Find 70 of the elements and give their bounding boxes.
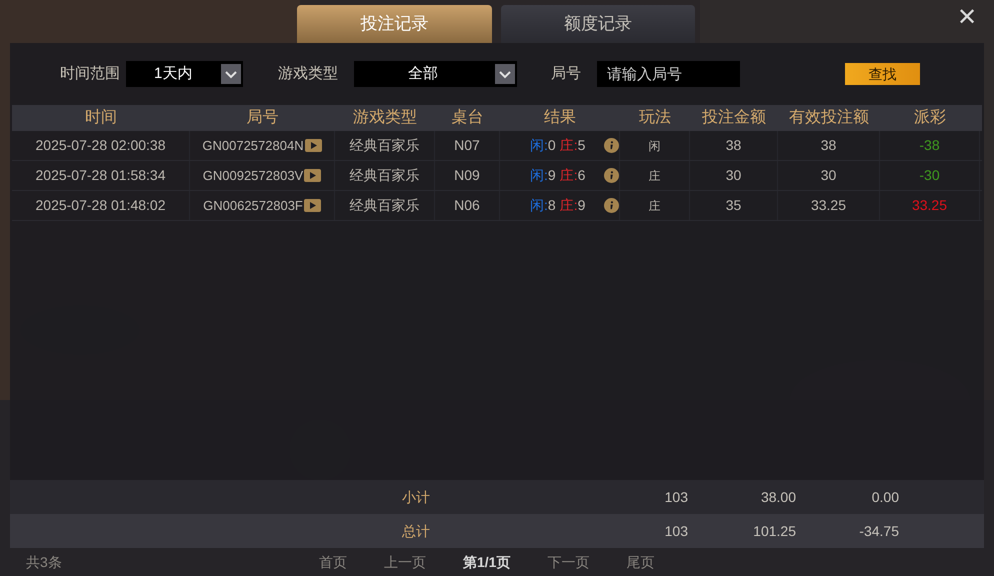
column-header: 桌台 — [450, 108, 484, 128]
table-cell-text: N06 — [454, 196, 480, 215]
table-cell-text: 经典百家乐 — [350, 136, 420, 155]
summary-value: 101.25 — [752, 522, 796, 540]
play-video-icon[interactable] — [304, 169, 322, 182]
table-cell-text: 38 — [820, 136, 836, 155]
round-input-field[interactable]: 请输入局号 — [597, 61, 740, 87]
table-cell-text: 2025-07-28 02:00:38 — [36, 136, 166, 155]
tab[interactable]: 额度记录 — [501, 5, 695, 43]
summary-value: 103 — [664, 488, 689, 506]
field-label: 局号 — [551, 64, 581, 84]
play-video-icon[interactable] — [304, 199, 321, 212]
dropdown-caret-icon[interactable] — [495, 64, 515, 84]
dropdown-caret-icon[interactable] — [221, 64, 241, 84]
summary-label: 总计 — [402, 522, 431, 540]
table-cell-text: 30 — [726, 166, 742, 185]
info-icon[interactable] — [604, 168, 619, 183]
table-cell-text: 2025-07-28 01:58:34 — [36, 166, 166, 185]
summary-value: 38.00 — [760, 488, 796, 506]
table-cell-text: 经典百家乐 — [350, 166, 420, 185]
summary-value: 0.00 — [870, 488, 899, 506]
item-count: 共3条 — [26, 552, 63, 572]
info-icon[interactable] — [604, 138, 619, 153]
table-cell-text: 33.25 — [810, 196, 846, 215]
column-header: 投注金额 — [701, 108, 767, 128]
column-header: 时间 — [84, 108, 118, 128]
first-page-link[interactable]: 首页 — [319, 552, 347, 572]
next-page-link[interactable]: 下一页 — [547, 552, 590, 572]
time-range-dropdown[interactable]: 1天内 — [126, 61, 243, 87]
current-page: 第1/1页 — [463, 552, 510, 572]
last-page-link[interactable]: 尾页 — [626, 552, 654, 572]
field-label: 时间范围 — [60, 64, 120, 84]
result-value: 闲:0 — [530, 136, 556, 155]
info-icon[interactable] — [604, 198, 619, 213]
search-button[interactable]: 查找 — [845, 63, 920, 85]
table-cell-text: N09 — [454, 166, 480, 185]
summary-label: 小计 — [402, 488, 431, 506]
result-value: 庄:5 — [560, 136, 586, 155]
result-value: 闲:9 — [530, 166, 556, 185]
summary-value: 103 — [664, 522, 689, 540]
column-header: 局号 — [246, 108, 280, 128]
result-value: 庄:9 — [560, 196, 586, 215]
play-video-icon[interactable] — [304, 139, 322, 152]
table-cell-text: 闲 — [648, 138, 660, 154]
table-cell-text: -30 — [919, 166, 940, 185]
column-header: 结果 — [543, 108, 577, 128]
table-cell-text: 庄 — [648, 198, 660, 214]
table-cell-text: 33.25 — [912, 196, 948, 215]
close-button[interactable]: ✕ — [957, 6, 977, 30]
summary-value: -34.75 — [858, 522, 899, 540]
table-cell-text: 2025-07-28 01:48:02 — [36, 196, 166, 215]
column-header: 玩法 — [638, 108, 672, 128]
table-cell-text: GN0072572804N — [202, 136, 304, 155]
result-value: 闲:8 — [530, 196, 556, 215]
table-cell-text: 35 — [726, 196, 742, 215]
column-header: 游戏类型 — [352, 108, 418, 128]
result-value: 庄:6 — [560, 166, 586, 185]
column-header: 派彩 — [913, 108, 947, 128]
table-cell-text: 38 — [726, 136, 742, 155]
table-cell-text: GN0092572803V — [202, 166, 304, 185]
table-cell-text: 30 — [820, 166, 836, 185]
table-cell-text: -38 — [919, 136, 940, 155]
table-cell-text: N07 — [454, 136, 480, 155]
column-header: 有效投注额 — [788, 108, 870, 128]
table-cell-text: 经典百家乐 — [350, 196, 420, 215]
prev-page-link[interactable]: 上一页 — [384, 552, 426, 572]
field-label: 游戏类型 — [278, 64, 338, 84]
table-cell-text: 庄 — [648, 168, 660, 184]
game-type-dropdown[interactable]: 全部 — [354, 61, 517, 87]
table-cell-text: GN0062572803F — [203, 196, 303, 215]
